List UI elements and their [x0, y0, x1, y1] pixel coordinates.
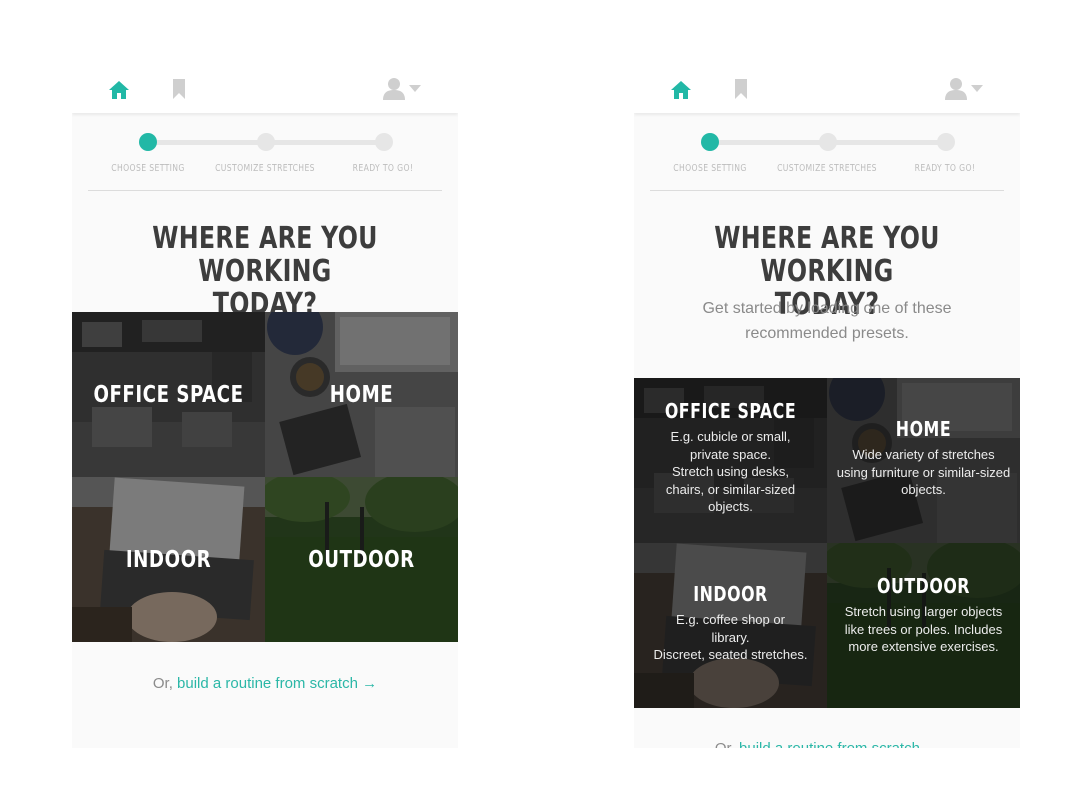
- office-desc-line1: E.g. cubicle or small, private space.: [670, 429, 791, 462]
- step-label-customize-stretches: CUSTOMIZE STRETCHES: [777, 163, 877, 174]
- step-dot-ready[interactable]: [937, 133, 955, 151]
- setting-tile-office[interactable]: OFFICE SPACE: [72, 312, 265, 477]
- office-title: OFFICE SPACE: [664, 399, 797, 423]
- home-content: HOME: [265, 382, 458, 408]
- page-subtitle: Get started by loading one of these reco…: [702, 300, 952, 342]
- top-nav: [72, 72, 458, 113]
- setting-tile-indoor[interactable]: INDOOR E.g. coffee shop or library. Disc…: [634, 543, 827, 708]
- bookmark-icon[interactable]: [172, 78, 186, 100]
- setting-tile-indoor[interactable]: INDOOR: [72, 477, 265, 642]
- setting-tile-outdoor[interactable]: OUTDOOR Stretch using larger objects lik…: [827, 543, 1020, 708]
- setting-tile-office[interactable]: OFFICE SPACE E.g. cubicle or small, priv…: [634, 378, 827, 543]
- office-content: OFFICE SPACE E.g. cubicle or small, priv…: [634, 399, 827, 516]
- top-nav: [634, 72, 1020, 113]
- progress-stepper: CHOOSE SETTING CUSTOMIZE STRETCHES READY…: [88, 132, 442, 191]
- office-content: OFFICE SPACE: [72, 382, 265, 408]
- step-dot-customize-stretches[interactable]: [819, 133, 837, 151]
- step-label-choose-setting: CHOOSE SETTING: [111, 163, 185, 174]
- step-dot-customize-stretches[interactable]: [257, 133, 275, 151]
- scratch-prefix: Or,: [152, 675, 178, 692]
- outdoor-title: OUTDOOR: [876, 574, 971, 598]
- step-dot-ready[interactable]: [375, 133, 393, 151]
- office-desc-line2: Stretch using desks, chairs, or similar-…: [665, 464, 796, 514]
- home-title: HOME: [895, 417, 952, 441]
- setting-tile-outdoor[interactable]: OUTDOOR: [265, 477, 458, 642]
- step-label-choose-setting: CHOOSE SETTING: [673, 163, 747, 174]
- outdoor-content: OUTDOOR: [265, 547, 458, 573]
- build-from-scratch-link[interactable]: build a routine from scratch →: [177, 675, 377, 692]
- setting-grid: OFFICE SPACE E.g. cubicle or small, priv…: [634, 378, 1020, 708]
- indoor-title: INDOOR: [693, 582, 768, 606]
- setting-tile-home[interactable]: HOME Wide variety of stretches using fur…: [827, 378, 1020, 543]
- outdoor-description: Stretch using larger objects like trees …: [844, 604, 1003, 654]
- page-title-line1: WHERE ARE YOU WORKING: [152, 221, 378, 289]
- outdoor-title: OUTDOOR: [308, 547, 415, 573]
- page-title: WHERE ARE YOU WORKING TODAY?: [72, 222, 458, 321]
- step-dot-choose-setting[interactable]: [701, 133, 719, 151]
- indoor-desc-line1: E.g. coffee shop or library.: [676, 612, 785, 645]
- step-label-ready: READY TO GO!: [914, 163, 976, 174]
- step-dot-choose-setting[interactable]: [139, 133, 157, 151]
- office-title: OFFICE SPACE: [93, 382, 244, 408]
- outdoor-content: OUTDOOR Stretch using larger objects lik…: [827, 574, 1020, 656]
- indoor-content: INDOOR: [72, 547, 265, 573]
- home-icon[interactable]: [108, 80, 130, 100]
- progress-stepper: CHOOSE SETTING CUSTOMIZE STRETCHES READY…: [650, 132, 1004, 191]
- indoor-title: INDOOR: [125, 547, 212, 573]
- home-content: HOME Wide variety of stretches using fur…: [827, 417, 1020, 499]
- indoor-desc-line2: Discreet, seated stretches.: [653, 647, 808, 662]
- caret-down-icon[interactable]: [971, 85, 983, 93]
- scratch-prompt: Or, build a routine from scratch →: [634, 740, 1020, 748]
- build-from-scratch-link[interactable]: build a routine from scratch →: [739, 740, 939, 748]
- setting-tile-home[interactable]: HOME: [265, 312, 458, 477]
- step-label-customize-stretches: CUSTOMIZE STRETCHES: [215, 163, 315, 174]
- home-description: Wide variety of stretches using furnitur…: [836, 447, 1011, 497]
- setting-grid: OFFICE SPACE HOME INDOOR OUTDOOR: [72, 312, 458, 642]
- user-icon[interactable]: [382, 76, 406, 100]
- indoor-description: E.g. coffee shop or library. Discreet, s…: [634, 611, 827, 664]
- scratch-prefix: Or,: [715, 740, 739, 748]
- scratch-prompt: Or, build a routine from scratch →: [72, 675, 458, 692]
- user-icon[interactable]: [944, 76, 968, 100]
- step-label-ready: READY TO GO!: [352, 163, 414, 174]
- home-title: HOME: [329, 382, 394, 408]
- home-icon[interactable]: [670, 80, 692, 100]
- indoor-content: INDOOR E.g. coffee shop or library. Disc…: [634, 582, 827, 664]
- office-description: E.g. cubicle or small, private space. St…: [634, 428, 827, 516]
- page-title-line1: WHERE ARE YOU WORKING: [714, 221, 940, 289]
- bookmark-icon[interactable]: [734, 78, 748, 100]
- caret-down-icon[interactable]: [409, 85, 421, 93]
- app-screen-detailed: CHOOSE SETTING CUSTOMIZE STRETCHES READY…: [634, 72, 1020, 748]
- app-screen-default: CHOOSE SETTING CUSTOMIZE STRETCHES READY…: [72, 72, 458, 748]
